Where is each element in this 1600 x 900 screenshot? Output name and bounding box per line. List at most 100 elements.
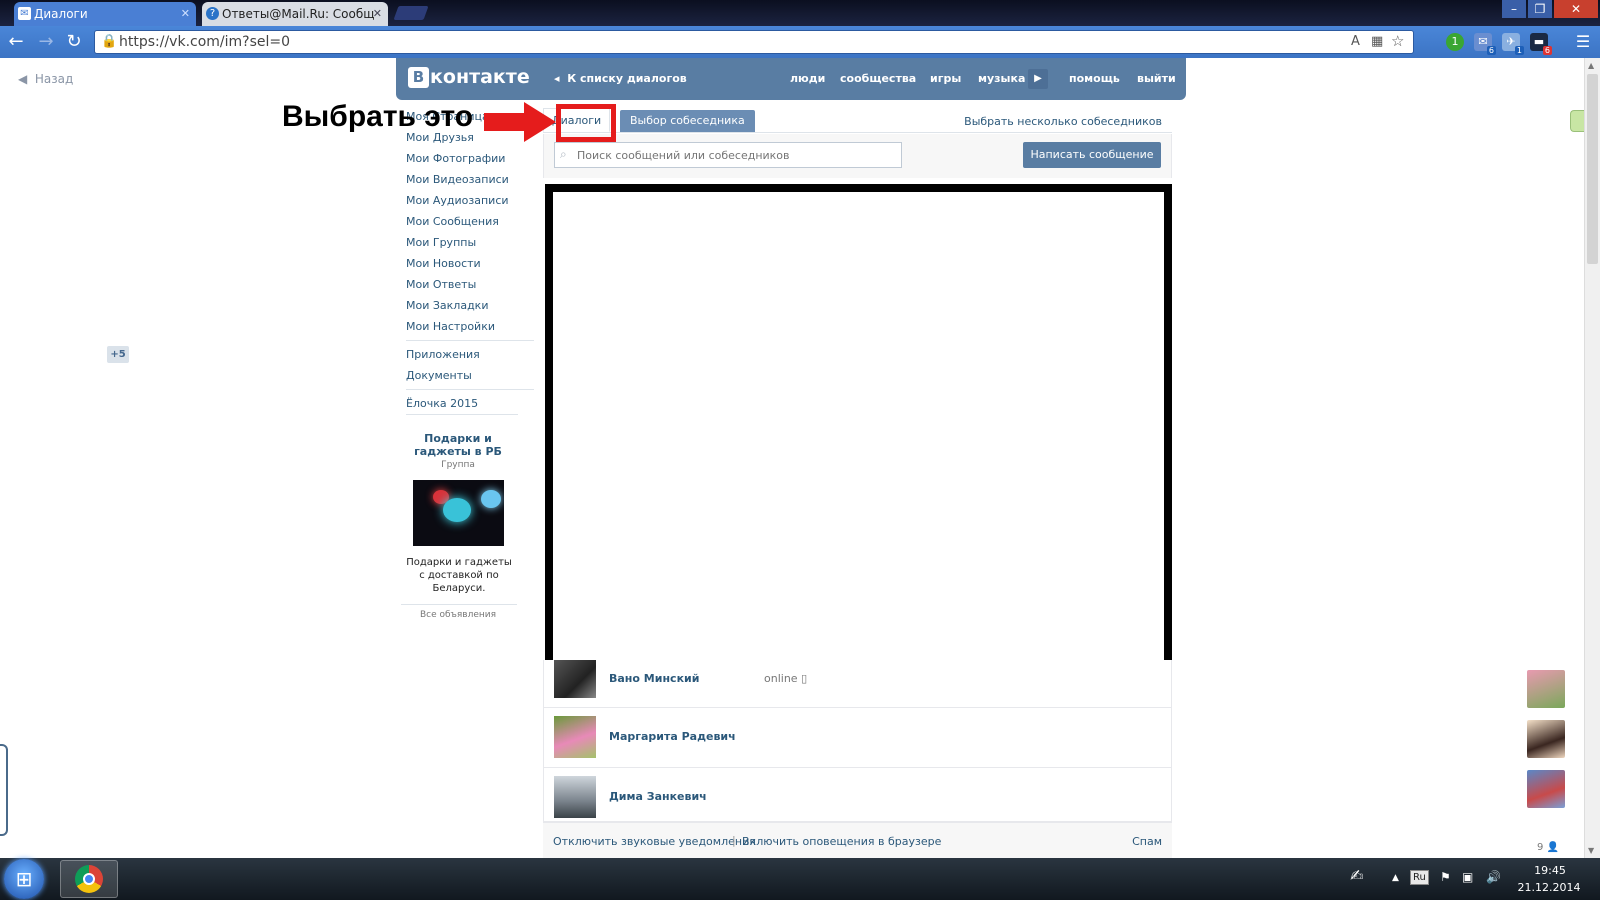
scroll-down-icon[interactable]: ▼ <box>1588 846 1594 855</box>
menu-my-photos[interactable]: Мои Фотографии <box>406 152 505 165</box>
scroll-thumb[interactable] <box>1587 74 1598 264</box>
menu-my-bookmarks[interactable]: Мои Закладки <box>406 299 488 312</box>
extension-icon[interactable]: ✈ 1 <box>1502 33 1524 55</box>
menu-my-videos[interactable]: Мои Видеозаписи <box>406 173 509 186</box>
tab-choose-contact[interactable]: Выбор собеседника <box>620 110 755 132</box>
chrome-icon <box>75 865 103 893</box>
nav-logout[interactable]: выйти <box>1137 72 1176 85</box>
mute-sounds-link[interactable]: Отключить звуковые уведомления <box>553 835 756 848</box>
choose-multiple-link[interactable]: Выбрать несколько собеседников <box>964 115 1162 128</box>
friend-avatar[interactable] <box>1527 720 1565 758</box>
forward-arrow-icon[interactable]: → <box>34 30 58 54</box>
maximize-window-button[interactable]: ❐ <box>1528 0 1552 18</box>
friend-avatar[interactable] <box>1527 670 1565 708</box>
page-scrollbar[interactable]: ▲ ▼ <box>1584 58 1600 858</box>
side-panel-tab[interactable] <box>1570 110 1584 132</box>
dialog-name[interactable]: Вано Минский <box>609 672 699 685</box>
show-hidden-icons-icon[interactable]: ▲ <box>1392 873 1399 883</box>
vk-logo-text: контакте <box>430 66 530 88</box>
mail-extension-icon[interactable]: ✉ 6 <box>1474 33 1496 55</box>
browser-tab-mail-answers[interactable]: ? Ответы@Mail.Ru: Сообщ ✕ <box>202 2 388 26</box>
avatar[interactable] <box>554 660 596 698</box>
side-panel-tab[interactable] <box>0 744 8 836</box>
nav-music[interactable]: музыка <box>978 72 1025 85</box>
nav-games[interactable]: игры <box>930 72 961 85</box>
language-indicator[interactable]: Ru <box>1410 870 1429 885</box>
red-arrow-icon <box>484 102 556 142</box>
translate-icon[interactable]: A <box>1351 34 1360 49</box>
address-bar[interactable]: 🔒 A ▦ ☆ <box>94 30 1414 54</box>
highlight-box <box>556 104 616 142</box>
messages-footer: Отключить звуковые уведомления | Включит… <box>543 822 1172 858</box>
back-chevron-icon: ◀ <box>18 72 28 86</box>
scroll-up-icon[interactable]: ▲ <box>1588 61 1594 70</box>
menu-game-elochka[interactable]: Ёлочка 2015 <box>406 397 478 410</box>
to-dialogs-link[interactable]: ◂ К списку диалогов <box>554 72 687 85</box>
menu-my-audio[interactable]: Мои Аудиозаписи <box>406 194 509 207</box>
network-icon[interactable]: ▣ <box>1462 870 1473 884</box>
search-input[interactable] <box>554 142 902 168</box>
windows-start-icon[interactable]: ⊞ <box>4 859 44 899</box>
nav-people[interactable]: люди <box>790 72 825 85</box>
minimize-window-button[interactable]: – <box>1502 0 1526 18</box>
menu-my-news[interactable]: Мои Новости <box>406 257 481 270</box>
dialog-row[interactable]: Маргарита Радевич <box>543 708 1172 768</box>
friends-count[interactable]: 9 👤 <box>1537 842 1559 853</box>
person-icon: 👤 <box>1546 842 1560 853</box>
clock-time[interactable]: 19:45 <box>1520 864 1580 877</box>
menu-my-answers[interactable]: Мои Ответы <box>406 278 476 291</box>
dialog-row[interactable]: Вано Минский online ▯ <box>543 660 1172 708</box>
bookmark-star-icon[interactable]: ☆ <box>1391 32 1404 50</box>
clock-date[interactable]: 21.12.2014 <box>1516 881 1582 894</box>
menu-my-settings[interactable]: Мои Настройки <box>406 320 495 333</box>
taskbar-chrome-button[interactable] <box>60 860 118 898</box>
close-tab-icon[interactable]: ✕ <box>181 2 190 26</box>
vk-favicon-icon: ✉ <box>18 7 31 20</box>
enable-browser-alerts-link[interactable]: Включить оповещения в браузере <box>742 835 941 848</box>
menu-documents[interactable]: Документы <box>406 369 472 382</box>
extension-icon[interactable]: ▬ 6 <box>1530 33 1552 55</box>
reload-icon[interactable]: ↻ <box>62 30 86 54</box>
vk-logo[interactable]: Вконтакте <box>408 66 530 90</box>
ad-description: Подарки и гаджеты с доставкой по Беларус… <box>406 557 512 594</box>
menu-my-groups[interactable]: Мои Группы <box>406 236 476 249</box>
annotation-label: Выбрать это <box>282 100 474 133</box>
nav-help[interactable]: помощь <box>1069 72 1120 85</box>
friend-avatar[interactable] <box>1527 770 1565 808</box>
menu-divider <box>406 340 534 341</box>
ad-type: Группа <box>441 460 475 470</box>
spam-link[interactable]: Спам <box>1132 835 1162 848</box>
menu-divider <box>406 414 518 415</box>
music-play-icon[interactable]: ▶ <box>1028 69 1048 89</box>
url-input[interactable] <box>119 31 1319 53</box>
back-link[interactable]: ◀ Назад <box>18 72 73 86</box>
extension-counter-icon[interactable]: 1 <box>1446 33 1464 51</box>
close-tab-icon[interactable]: ✕ <box>373 2 382 26</box>
close-window-button[interactable]: ✕ <box>1554 0 1598 18</box>
browser-tab-dialogs[interactable]: ✉ Диалоги ✕ <box>14 2 196 26</box>
dialog-status: online ▯ <box>764 672 807 685</box>
menu-my-messages[interactable]: Мои Сообщения <box>406 215 499 228</box>
avatar[interactable] <box>554 776 596 818</box>
pen-tablet-icon[interactable]: ✍ <box>1350 866 1363 885</box>
write-message-button[interactable]: Написать сообщение <box>1023 142 1161 168</box>
dialog-row[interactable]: Дима Занкевич <box>543 768 1172 822</box>
apps-count-badge[interactable]: +5 <box>107 346 129 363</box>
to-dialogs-label: К списку диалогов <box>567 72 687 85</box>
tab-title: Диалоги <box>34 7 88 21</box>
all-ads-link[interactable]: Все объявления <box>408 610 508 620</box>
back-arrow-icon[interactable]: ← <box>4 30 28 54</box>
action-center-flag-icon[interactable]: ⚑ <box>1440 870 1451 884</box>
dialog-name[interactable]: Маргарита Радевич <box>609 730 736 743</box>
dialog-name[interactable]: Дима Занкевич <box>609 790 707 803</box>
new-tab-button[interactable] <box>393 6 429 20</box>
page-action-icon[interactable]: ▦ <box>1371 34 1383 49</box>
chrome-menu-icon[interactable]: ☰ <box>1574 33 1592 51</box>
ad-title[interactable]: Подарки и гаджеты в РБ <box>408 432 508 458</box>
nav-communities[interactable]: сообщества <box>840 72 916 85</box>
menu-apps[interactable]: Приложения <box>406 348 480 361</box>
avatar[interactable] <box>554 716 596 758</box>
vk-header: Вконтакте ◂ К списку диалогов люди сообщ… <box>396 58 1186 100</box>
ad-image[interactable] <box>413 480 504 546</box>
volume-icon[interactable]: 🔊 <box>1486 870 1501 884</box>
